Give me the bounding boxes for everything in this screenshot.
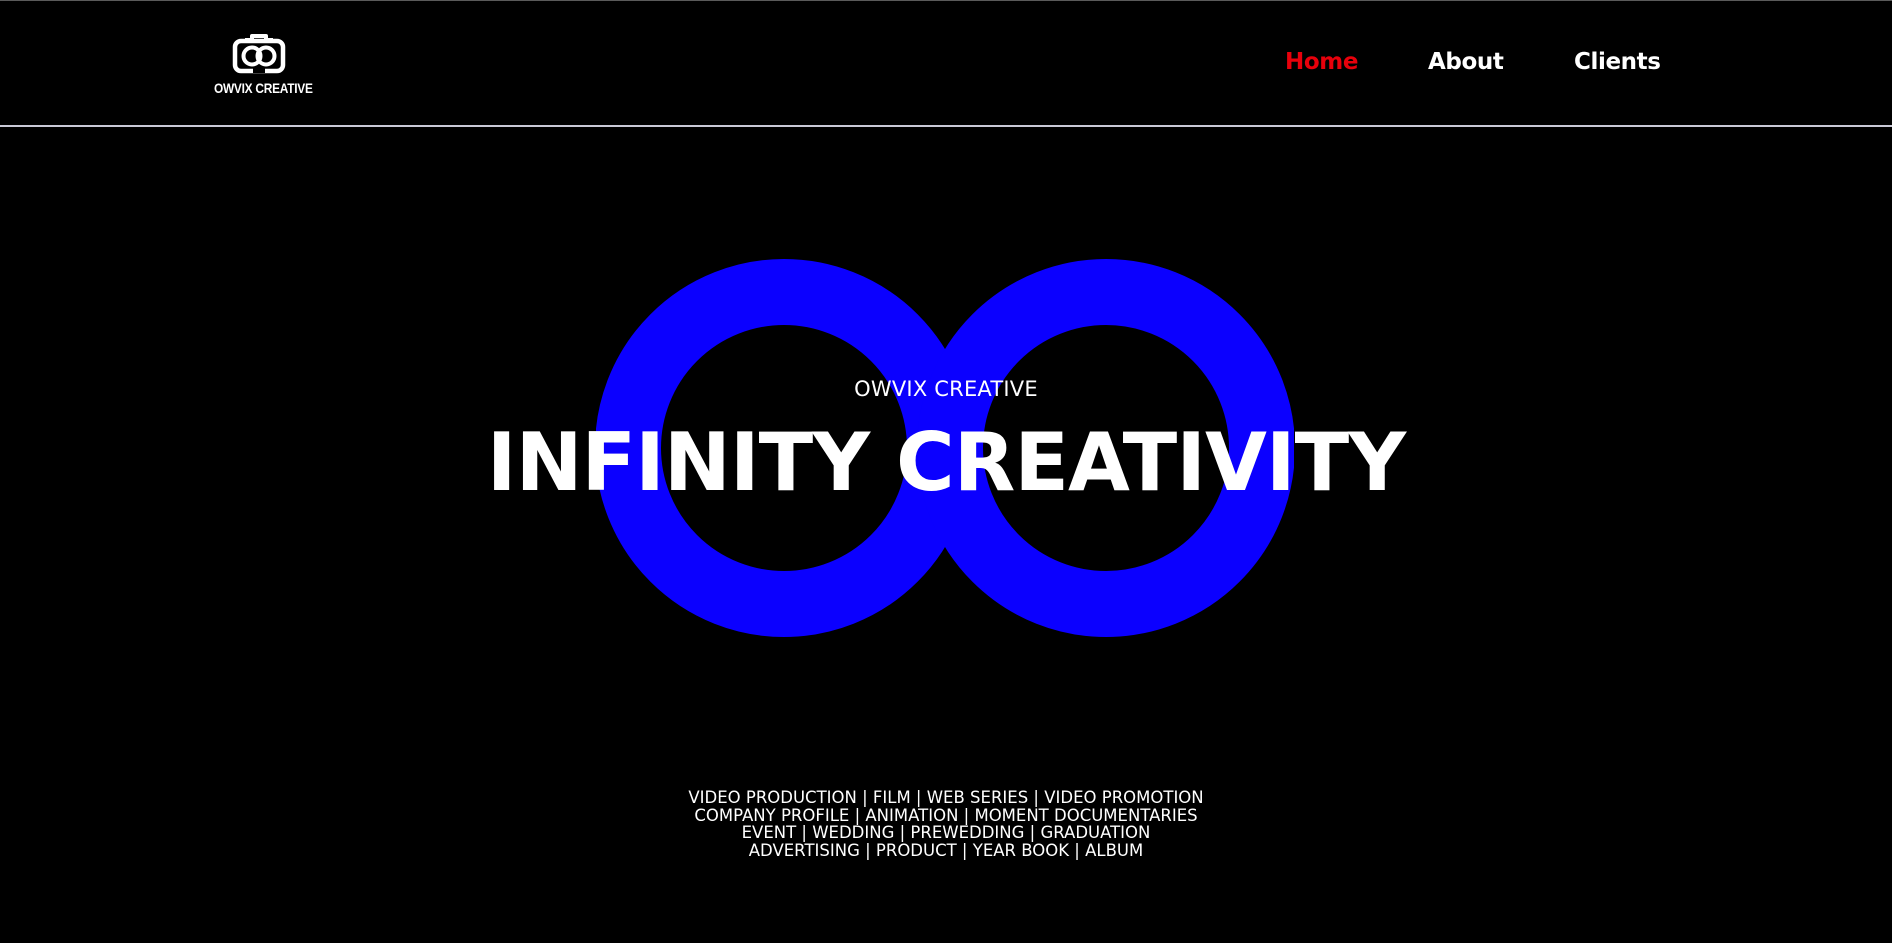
services-line: EVENT | WEDDING | PREWEDDING | GRADUATIO…	[741, 823, 1151, 842]
camera-infinity-logo-icon	[232, 34, 286, 74]
navbar: OWVIX CREATIVE Home About Clients	[0, 1, 1892, 127]
nav-home-link[interactable]: Home	[1285, 49, 1358, 75]
services-line: ADVERTISING | PRODUCT | YEAR BOOK | ALBU…	[748, 840, 1144, 860]
hero-title: INFINITY CREATIVITY	[486, 416, 1406, 509]
logo-link[interactable]: OWVIX CREATIVE	[206, 33, 313, 99]
nav-clients-link[interactable]: Clients	[1574, 49, 1661, 75]
logo-text: OWVIX CREATIVE	[213, 80, 313, 96]
nav-about-link[interactable]: About	[1428, 49, 1504, 75]
services-list: VIDEO PRODUCTION | FILM | WEB SERIES | V…	[0, 789, 1892, 859]
services-line: VIDEO PRODUCTION | FILM | WEB SERIES | V…	[688, 788, 1204, 807]
page: OWVIX CREATIVE Home About Clients OWVIX …	[0, 0, 1892, 943]
hero-subtitle: OWVIX CREATIVE	[854, 377, 1038, 401]
services-line: COMPANY PROFILE | ANIMATION | MOMENT DOC…	[694, 805, 1198, 825]
